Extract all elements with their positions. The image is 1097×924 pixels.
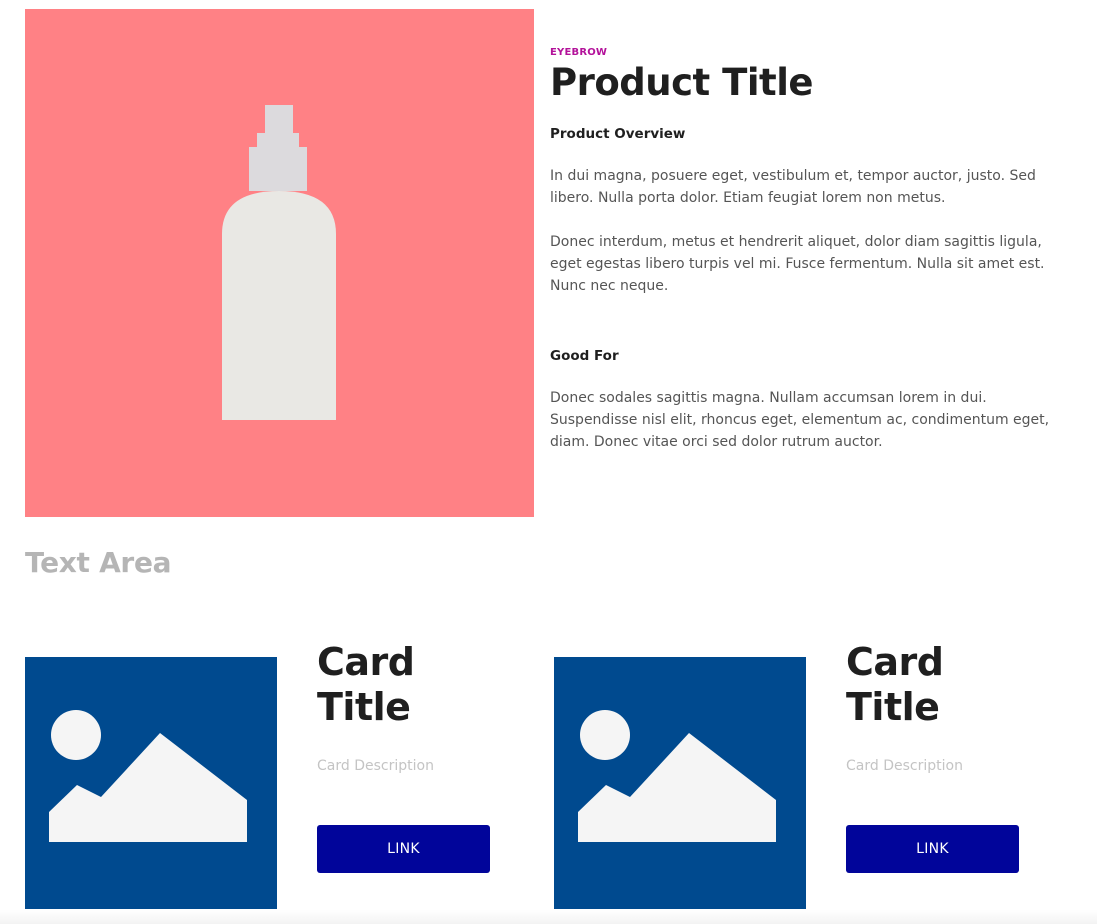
card-link-button[interactable]: LINK <box>317 825 490 873</box>
card-link-button[interactable]: LINK <box>846 825 1019 873</box>
good-for-paragraph: Donec sodales sagittis magna. Nullam acc… <box>550 390 1050 450</box>
card-description: Card Description <box>317 758 434 774</box>
page: EYEBROW Product Title Product Overview I… <box>0 0 1097 924</box>
card-description: Card Description <box>846 758 963 774</box>
eyebrow: EYEBROW <box>550 47 608 58</box>
bottom-edge <box>0 910 1097 924</box>
text-area-heading: Text Area <box>25 546 172 579</box>
image-placeholder-icon <box>49 710 247 842</box>
product-title: Product Title <box>550 61 814 104</box>
good-for-heading: Good For <box>550 348 619 364</box>
card-body: Card Title Card Description LINK <box>846 640 1046 873</box>
card: Card Title Card Description LINK <box>554 640 1054 910</box>
spray-bottle-icon <box>222 105 336 420</box>
overview-paragraph-2: Donec interdum, metus et hendrerit aliqu… <box>550 234 1045 294</box>
card-title: Card Title <box>846 640 944 729</box>
card: Card Title Card Description LINK <box>25 640 525 910</box>
card-body: Card Title Card Description LINK <box>317 640 517 873</box>
overview-paragraph-1: In dui magna, posuere eget, vestibulum e… <box>550 168 1036 206</box>
card-image <box>554 657 806 909</box>
card-image <box>25 657 277 909</box>
card-title: Card Title <box>317 640 415 729</box>
product-overview-heading: Product Overview <box>550 126 686 142</box>
product-details: EYEBROW Product Title Product Overview I… <box>550 46 1060 453</box>
image-placeholder-icon <box>578 710 776 842</box>
product-image <box>25 9 534 517</box>
